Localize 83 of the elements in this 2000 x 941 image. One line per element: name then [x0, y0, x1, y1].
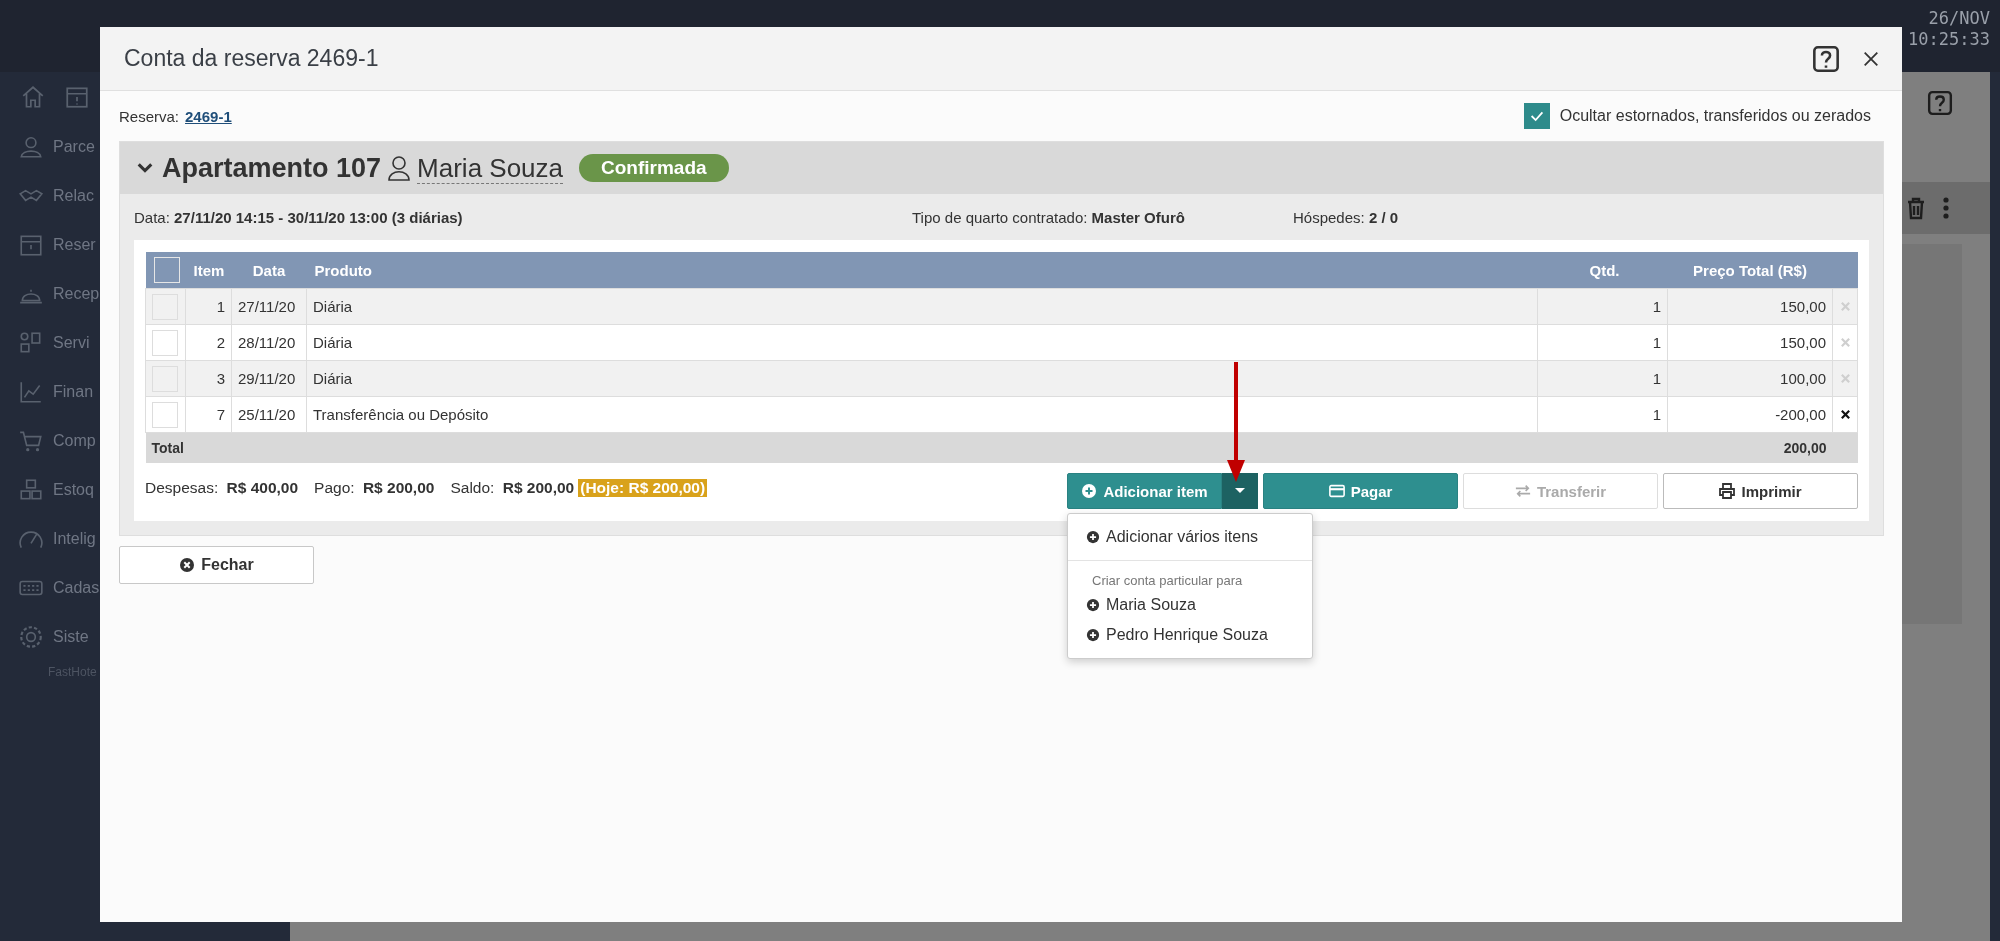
table-cell: Diária — [306, 324, 1538, 361]
dropdown-toggle-button[interactable] — [1222, 473, 1258, 509]
summary-text: Despesas: R$ 400,00 — [145, 479, 299, 497]
menu-item[interactable]: Pedro Henrique Souza — [1068, 620, 1312, 650]
column-header: Data — [231, 252, 307, 289]
summary-text: Pago: R$ 200,00 — [314, 479, 435, 497]
sidebar-item[interactable]: Siste — [0, 612, 89, 661]
total-value: 200,00 — [1783, 440, 1827, 456]
checkbox-label[interactable]: Ocultar estornados, transferidos ou zerados — [1559, 107, 1871, 125]
column-header: Preço Total (R$) — [1667, 252, 1833, 289]
clock: 26/NOV 10:25:33 — [1908, 7, 1991, 50]
table-cell: 1 — [1537, 360, 1668, 397]
table-cell: 150,00 — [1667, 288, 1833, 325]
select-all-checkbox[interactable] — [153, 257, 180, 283]
print-button[interactable]: Imprimir — [1663, 473, 1858, 509]
plus-circle-icon — [1086, 598, 1100, 612]
sidebar-item[interactable]: Comp — [0, 416, 96, 465]
info-text: Tipo de quarto contratado: Master Ofurô — [912, 208, 1186, 226]
add-item-button[interactable]: Adicionar item — [1067, 473, 1222, 509]
reservation-label: Reserva: — [119, 107, 180, 125]
menu-section-label: Criar conta particular para — [1091, 572, 1244, 590]
sidebar-item[interactable]: Servi — [0, 318, 90, 367]
sidebar-item[interactable]: Reser — [0, 220, 96, 269]
summary-text: Saldo: R$ 200,00 — [450, 479, 575, 497]
sidebar-item[interactable]: Cadas — [0, 563, 100, 612]
printer-icon — [1719, 483, 1736, 499]
table-cell: 100,00 — [1667, 360, 1833, 397]
table-cell: 27/11/20 — [231, 288, 307, 325]
table-cell: 29/11/20 — [231, 360, 307, 397]
help-icon[interactable] — [1812, 44, 1840, 73]
info-text: Data: 27/11/20 14:15 - 30/11/20 13:00 (3 diárias) — [134, 208, 464, 226]
pay-button[interactable]: Pagar — [1263, 473, 1458, 509]
sidebar-item[interactable]: Relac — [0, 171, 94, 220]
dialog-title: Conta da reserva 2469-1 — [124, 45, 379, 72]
sidebar-item[interactable]: Estoq — [0, 465, 94, 514]
close-icon[interactable] — [1862, 49, 1880, 68]
close-circle-icon — [179, 557, 196, 573]
menu-item[interactable]: Maria Souza — [1068, 590, 1312, 620]
row-checkbox[interactable] — [152, 401, 178, 428]
sidebar-item[interactable]: Recep — [0, 269, 100, 318]
plus-circle-icon — [1086, 530, 1100, 544]
total-label: Total — [151, 440, 184, 456]
info-text: Hóspedes: 2 / 0 — [1293, 208, 1400, 226]
sidebar-item[interactable]: Intelig — [0, 514, 96, 563]
table-cell: 25/11/20 — [231, 396, 307, 433]
plus-circle-icon — [1081, 483, 1098, 499]
row-checkbox[interactable] — [152, 329, 178, 356]
reservation-link[interactable]: 2469-1 — [185, 107, 232, 125]
caret-icon — [1235, 488, 1245, 494]
gear-icon — [18, 623, 44, 650]
today-balance-highlight: (Hoje: R$ 200,00) — [578, 479, 708, 497]
checkbox[interactable] — [1523, 103, 1550, 129]
plus-circle-icon — [1086, 628, 1100, 642]
column-header: Produto — [306, 252, 1538, 289]
table-cell: 1 — [1537, 288, 1668, 325]
kebab-menu-icon[interactable] — [1942, 196, 1950, 220]
table-cell: 3 — [185, 360, 232, 397]
table-cell: 150,00 — [1667, 324, 1833, 361]
table-cell: -200,00 — [1667, 396, 1833, 433]
column-header: Qtd. — [1537, 252, 1668, 289]
column-header: Item — [185, 252, 232, 289]
table-cell: 1 — [1537, 396, 1668, 433]
table-cell: 2 — [185, 324, 232, 361]
status-badge: Confirmada — [579, 154, 729, 182]
guest-name[interactable]: Maria Souza — [417, 152, 564, 184]
table-cell: 1 — [185, 288, 232, 325]
table-cell: 1 — [1537, 324, 1668, 361]
calendar-icon[interactable] — [64, 84, 90, 110]
table-cell: Transferência ou Depósito — [306, 396, 1538, 433]
menu-item[interactable]: Adicionar vários itens — [1068, 522, 1312, 552]
room-title: Apartamento 107 — [162, 152, 382, 184]
table-cell: Diária — [306, 288, 1538, 325]
home-icon[interactable] — [20, 84, 46, 110]
table-cell: 28/11/20 — [231, 324, 307, 361]
close-button[interactable]: Fechar — [119, 546, 314, 584]
table-cell: 7 — [185, 396, 232, 433]
sidebar-item[interactable]: Finan — [0, 367, 94, 416]
arrows-icon — [1514, 483, 1531, 499]
person-icon — [387, 154, 412, 182]
sidebar-item[interactable]: Parce — [0, 122, 95, 171]
credit-card-icon — [1328, 483, 1345, 499]
table-cell: Diária — [306, 360, 1538, 397]
remove-icon[interactable] — [1839, 409, 1851, 420]
